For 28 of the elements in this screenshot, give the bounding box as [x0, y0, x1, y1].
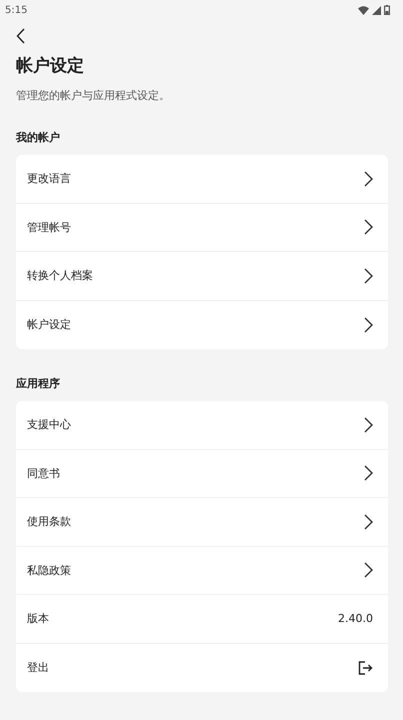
settings-row[interactable]: 版本 2.40.0	[16, 595, 388, 644]
settings-row[interactable]: 转换个人档案	[16, 252, 388, 300]
chevron-right-icon	[364, 562, 373, 578]
page-title: 帐户设定	[16, 55, 85, 77]
settings-row[interactable]: 管理帐号	[16, 204, 388, 252]
battery-icon	[384, 5, 390, 15]
settings-row[interactable]: 帐户设定	[16, 300, 388, 349]
wifi-icon	[358, 6, 369, 14]
version-value: 2.40.0	[338, 612, 373, 626]
chevron-right-icon	[364, 219, 373, 236]
section-heading: 应用程序	[16, 377, 61, 391]
section-heading: 我的帐户	[16, 131, 61, 145]
settings-row[interactable]: 登出	[16, 644, 388, 692]
signal-icon	[372, 6, 381, 14]
settings-row[interactable]: 使用条款	[16, 498, 388, 546]
page-subtitle: 管理您的帐户与应用程式设定。	[16, 89, 171, 103]
settings-row[interactable]: 支援中心	[16, 401, 388, 450]
logout-icon	[358, 660, 373, 675]
settings-row[interactable]: 更改语言	[16, 155, 388, 204]
chevron-right-icon	[364, 514, 373, 530]
chevron-right-icon	[364, 316, 373, 333]
chevron-right-icon	[364, 465, 373, 482]
chevron-right-icon	[364, 170, 373, 187]
chevron-right-icon	[364, 416, 373, 433]
settings-row[interactable]: 私隐政策	[16, 546, 388, 595]
chevron-right-icon	[364, 268, 373, 284]
settings-row[interactable]: 同意书	[16, 450, 388, 498]
status-time: 5:15	[5, 4, 28, 16]
